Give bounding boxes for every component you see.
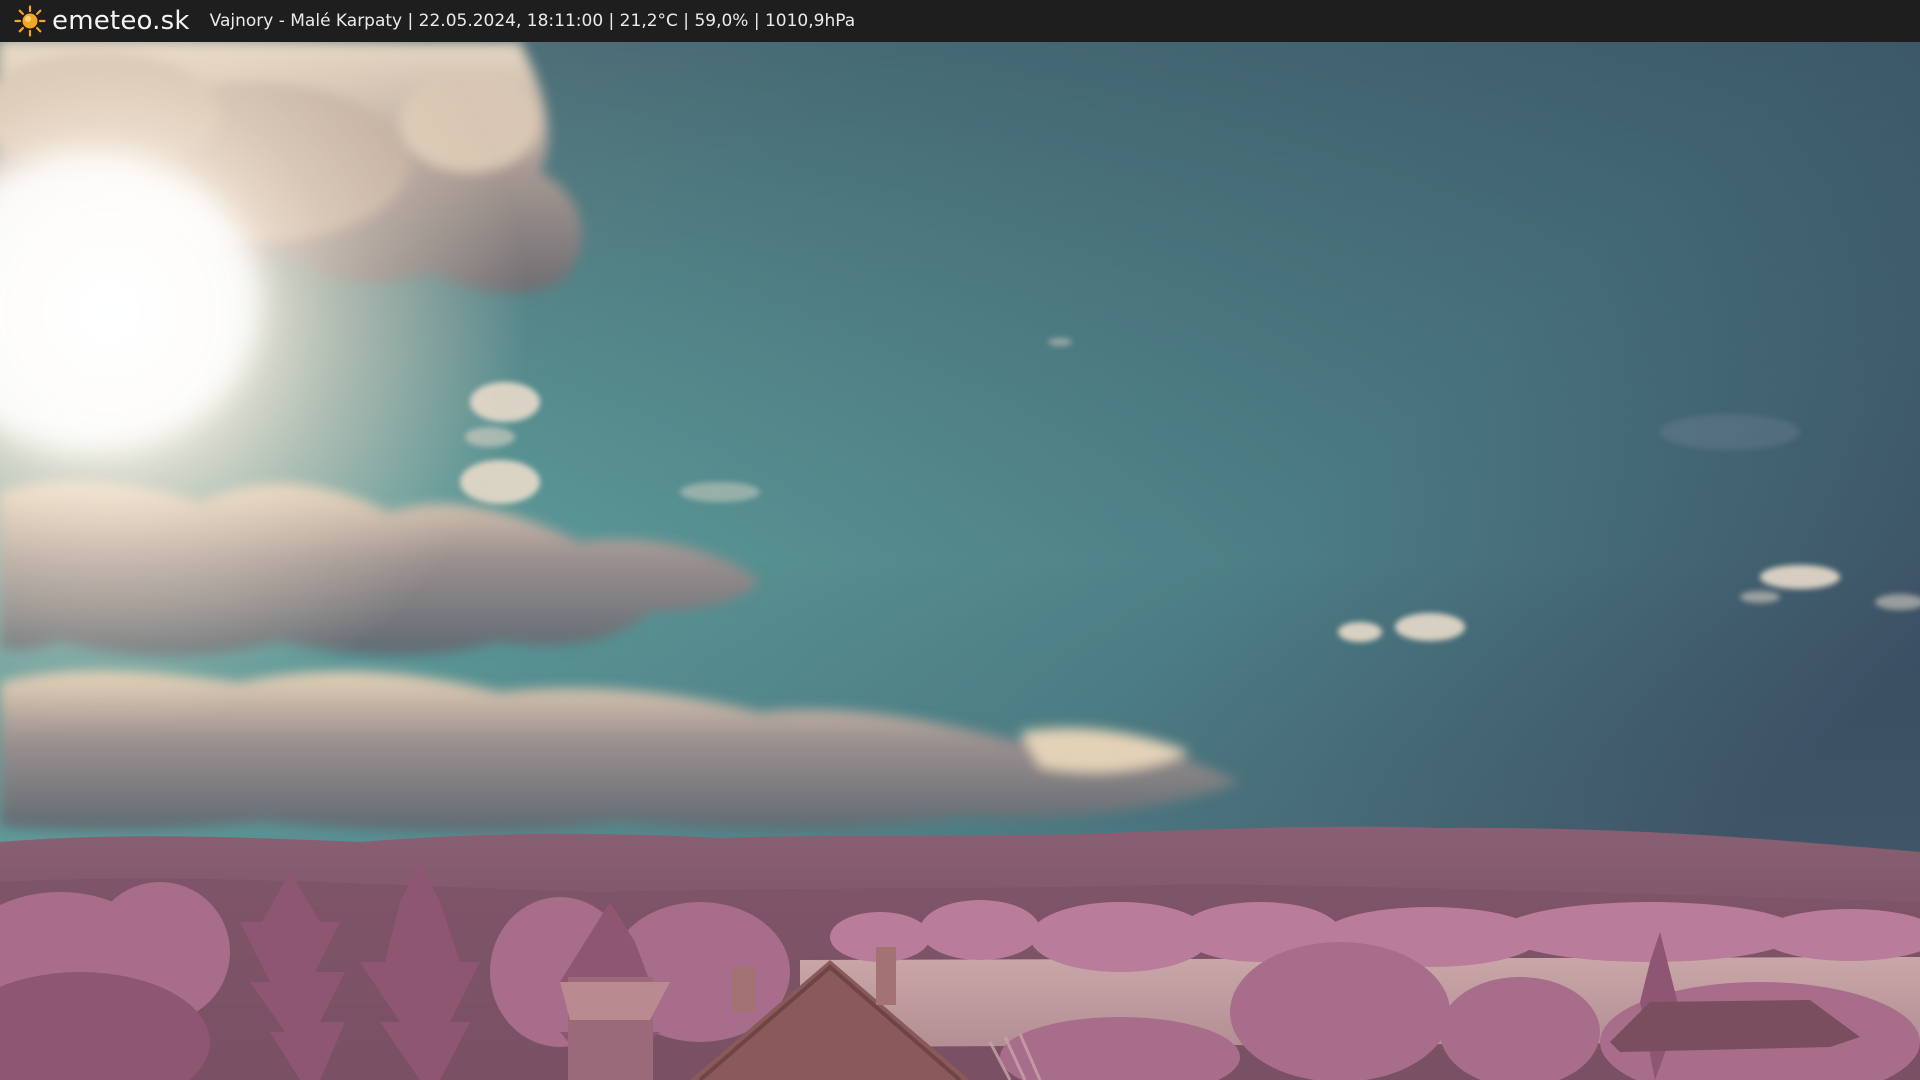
webcam-image: [0, 42, 1920, 1080]
webcam-header-bar: emeteo.sk Vajnory - Malé Karpaty | 22.05…: [0, 0, 1920, 42]
site-brand[interactable]: emeteo.sk: [52, 6, 190, 36]
station-readout: Vajnory - Malé Karpaty | 22.05.2024, 18:…: [209, 11, 856, 31]
sun-icon: [14, 5, 46, 37]
